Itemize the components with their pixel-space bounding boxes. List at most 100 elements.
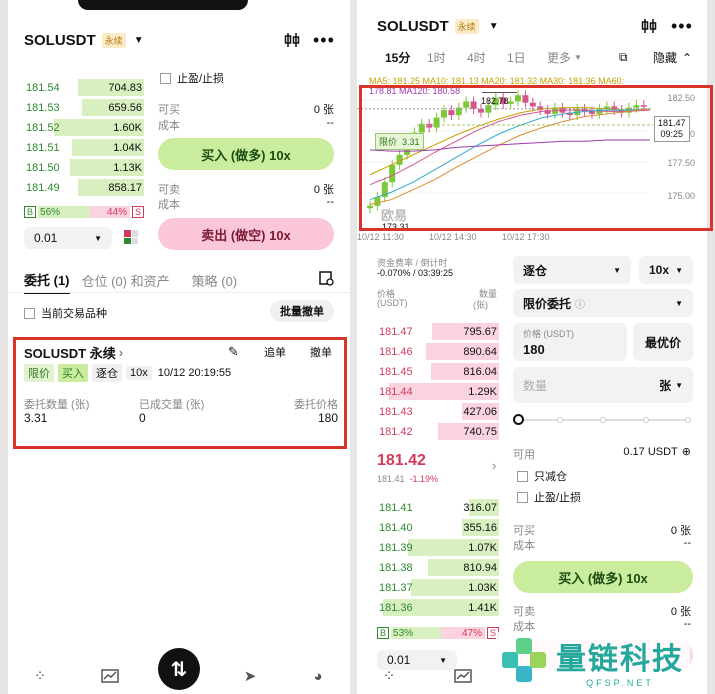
- book-price: 181.47: [379, 325, 413, 338]
- tf-15m[interactable]: 15分: [385, 49, 427, 66]
- ratio-track: 53% 47%: [391, 627, 485, 639]
- current-only-label: 当前交易品种: [41, 308, 107, 320]
- precision-select[interactable]: 0.01 ▼: [24, 227, 112, 249]
- exchange-watermark: 欧易: [381, 208, 408, 223]
- book-qty: 1.13K: [113, 161, 142, 174]
- best-price-button[interactable]: 最优价: [633, 323, 693, 361]
- reduce-only-toggle[interactable]: 只减仓: [517, 468, 567, 484]
- margin-mode-select[interactable]: 逐仓 ▼: [513, 256, 631, 284]
- book-qty: 1.04K: [113, 141, 142, 154]
- orderbook-row[interactable]: 181.41 316.07: [377, 498, 499, 517]
- asset-pie-icon[interactable]: ◕: [308, 666, 328, 686]
- sell-available-label: 可卖: [513, 606, 535, 618]
- orderbook-row[interactable]: 181.44 1.29K: [377, 382, 499, 401]
- orderbook-row[interactable]: 181.39 1.07K: [377, 538, 499, 557]
- qty-input[interactable]: 数量 张 ▼: [513, 367, 693, 403]
- orderbook-row[interactable]: 181.40 355.16: [377, 518, 499, 537]
- timeframe-bar: 15分 1时 4时 1日 更多 ▼: [385, 49, 582, 66]
- ratio-track: 56% 44%: [38, 206, 130, 218]
- orderbook-row[interactable]: 181.45 816.04: [377, 362, 499, 381]
- chart-nav-icon[interactable]: [100, 666, 120, 686]
- grid-nav-icon[interactable]: ⁘: [30, 666, 50, 686]
- tpsl-label: 止盈/止损: [177, 73, 225, 85]
- chase-button[interactable]: 追单: [264, 344, 286, 360]
- tf-1h[interactable]: 1时: [427, 49, 467, 66]
- candle-body: [448, 110, 455, 116]
- info-icon[interactable]: ⓘ: [575, 296, 585, 311]
- grid-nav-icon[interactable]: ⁘: [379, 666, 399, 686]
- tpsl-toggle[interactable]: 止盈/止损: [517, 489, 581, 505]
- candlestick-icon[interactable]: [640, 17, 658, 38]
- book-price: 181.44: [379, 385, 413, 398]
- orderbook-row[interactable]: 181.38 810.94: [377, 558, 499, 577]
- tab-open-orders[interactable]: 委托 (1): [24, 270, 70, 294]
- watermark-mark-icon: [502, 638, 548, 684]
- add-funds-icon[interactable]: ⊕: [682, 445, 691, 458]
- orderbook-row[interactable]: 181.47 795.67: [377, 322, 499, 341]
- candlestick-icon[interactable]: [283, 31, 301, 54]
- candle-body: [441, 110, 447, 118]
- tf-1d[interactable]: 1日: [507, 49, 547, 66]
- candle-body: [640, 105, 647, 107]
- edit-icon[interactable]: ✎: [228, 344, 239, 360]
- hide-chart-toggle[interactable]: 隐藏 ⌃: [653, 49, 692, 66]
- leverage-select[interactable]: 10x ▼: [639, 256, 693, 284]
- sell-available-value: 0 张: [313, 184, 334, 196]
- qty-unit: 张: [659, 378, 672, 393]
- current-only-toggle[interactable]: 当前交易品种: [24, 305, 107, 321]
- cancel-order-button[interactable]: 撤单: [310, 344, 332, 360]
- more-icon[interactable]: •••: [313, 30, 335, 51]
- book-qty: 795.67: [463, 325, 497, 338]
- orderbook-row[interactable]: 181.51 1.04K: [24, 138, 144, 157]
- buy-long-button[interactable]: 买入 (做多) 10x: [158, 138, 334, 170]
- compass-nav-icon[interactable]: ➤: [240, 666, 260, 686]
- tab-positions[interactable]: 仓位 (0) 和资产: [82, 271, 170, 293]
- tf-more[interactable]: 更多: [547, 49, 571, 66]
- buy-available-label: 可买: [158, 104, 180, 116]
- orderbook-row[interactable]: 181.43 427.06: [377, 402, 499, 421]
- candle-body: [389, 164, 396, 183]
- buy-available-label: 可买: [513, 525, 535, 537]
- orderbook-row[interactable]: 181.42 740.75: [377, 422, 499, 441]
- chevron-right-icon[interactable]: ›: [492, 458, 496, 473]
- order-history-icon[interactable]: [318, 270, 334, 289]
- book-qty: 659.56: [108, 101, 142, 114]
- kline-chart[interactable]: MA5: 181.25 MA10: 181.13 MA20: 181.32 MA…: [357, 72, 707, 244]
- orderbook-row[interactable]: 181.37 1.03K: [377, 578, 499, 597]
- buy-long-button[interactable]: 买入 (做多) 10x: [513, 561, 693, 593]
- draw-tool-icon[interactable]: ⧉: [619, 50, 628, 65]
- order-price-value: 180: [317, 411, 338, 425]
- right-asks: 181.47 795.67 181.46 890.64 181.45 816.04 181.…: [377, 322, 499, 442]
- orderbook-row[interactable]: 181.53 659.56: [24, 98, 144, 117]
- orderbook-row[interactable]: 181.49 858.17: [24, 178, 144, 197]
- slider-handle[interactable]: [513, 414, 524, 425]
- orderbook-row[interactable]: 181.46 890.64: [377, 342, 499, 361]
- chart-nav-icon[interactable]: [453, 666, 473, 686]
- book-qty: 427.06: [463, 405, 497, 418]
- order-symbol-link[interactable]: SOLUSDT 永续 ›: [24, 343, 123, 362]
- tpsl-toggle[interactable]: 止盈/止损: [160, 70, 224, 86]
- book-layout-icon[interactable]: [124, 230, 138, 244]
- kline-svg: [357, 90, 653, 214]
- trade-swap-icon[interactable]: ⇅: [158, 648, 200, 690]
- tf-4h[interactable]: 4时: [467, 49, 507, 66]
- batch-cancel-button[interactable]: 批量撤单: [270, 300, 334, 322]
- candle-body: [433, 117, 440, 128]
- tab-strategies[interactable]: 策略 (0): [192, 271, 238, 293]
- symbol-selector[interactable]: SOLUSDT 永续 ▼: [377, 18, 499, 35]
- symbol-selector[interactable]: SOLUSDT 永续 ▼: [24, 32, 144, 49]
- book-qty: 704.83: [108, 81, 142, 94]
- book-qty: 1.03K: [468, 581, 497, 594]
- limit-order-marker[interactable]: 限价 3.31: [375, 133, 424, 150]
- order-type-select[interactable]: 限价委托 ⓘ ▼: [513, 289, 693, 317]
- orderbook-row[interactable]: 181.52 1.60K: [24, 118, 144, 137]
- more-icon[interactable]: •••: [671, 16, 693, 37]
- orderbook-row[interactable]: 181.54 704.83: [24, 78, 144, 97]
- orderbook-row[interactable]: 181.36 1.41K: [377, 598, 499, 617]
- price-input[interactable]: 价格 (USDT) 180: [513, 323, 627, 361]
- book-price: 181.49: [26, 181, 60, 194]
- qty-slider[interactable]: [513, 414, 693, 426]
- sell-short-button[interactable]: 卖出 (做空) 10x: [158, 218, 334, 250]
- orderbook-row[interactable]: 181.50 1.13K: [24, 158, 144, 177]
- buy-available-value: 0 张: [670, 525, 691, 537]
